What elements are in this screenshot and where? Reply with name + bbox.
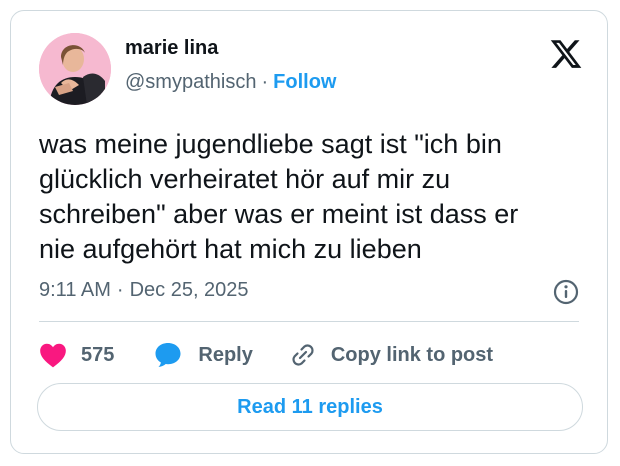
like-button[interactable]: 575	[39, 342, 114, 368]
copy-link-label: Copy link to post	[330, 343, 494, 366]
separator-dot: ·	[116, 279, 124, 301]
info-icon[interactable]	[553, 279, 579, 305]
divider	[39, 321, 579, 322]
user-handle[interactable]: @smypathisch	[125, 71, 256, 93]
tweet-text: was meine jugendliebe sagt ist "ich bin …	[39, 129, 519, 264]
read-replies-label: Read 11 replies	[237, 395, 383, 418]
speech-bubble-icon	[155, 343, 181, 367]
tweet-card: marie lina @smypathisch · Follow was meine…	[10, 10, 608, 454]
like-count: 575	[81, 343, 115, 366]
profile-photo	[39, 33, 111, 105]
display-name[interactable]: marie lina	[125, 37, 218, 60]
x-logo-icon[interactable]	[549, 37, 583, 71]
heart-icon	[40, 343, 66, 368]
read-replies-button[interactable]: Read 11 replies	[37, 383, 583, 431]
follow-button[interactable]: Follow	[273, 71, 336, 93]
action-bar: 575 Reply Copy link to post	[39, 337, 493, 373]
separator-dot: ·	[261, 71, 269, 93]
link-icon	[292, 344, 314, 366]
copy-link-button[interactable]: Copy link to post	[289, 341, 493, 369]
avatar[interactable]	[39, 33, 111, 105]
tweet-date: Dec 25, 2025	[129, 279, 249, 301]
tweet-timestamp[interactable]: 9:11 AM · Dec 25, 2025	[39, 279, 249, 302]
handle-row: @smypathisch · Follow	[125, 71, 336, 94]
reply-button[interactable]: Reply	[154, 342, 253, 368]
tweet-time: 9:11 AM	[39, 279, 111, 301]
reply-label: Reply	[198, 343, 253, 366]
